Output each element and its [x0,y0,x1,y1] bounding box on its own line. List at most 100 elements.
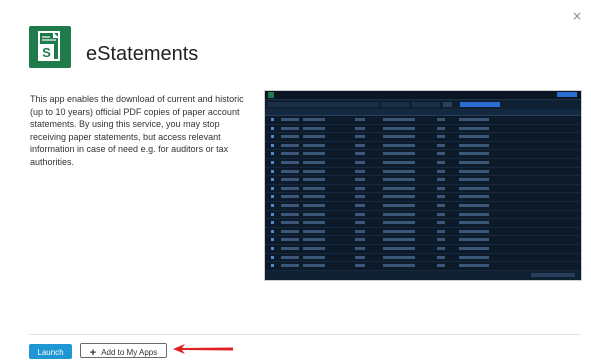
preview-table-row [265,228,581,237]
preview-cell [437,195,445,199]
preview-header-button [557,92,577,97]
preview-cell [281,135,299,139]
preview-cell [459,203,489,207]
preview-cell [271,212,274,216]
preview-cell [437,126,445,130]
preview-cell [355,264,365,268]
preview-cell [355,186,365,190]
app-details-modal: × S eStatements This app enables the dow… [0,0,591,364]
plus-icon: + [89,347,97,359]
preview-cell [355,246,365,250]
app-title: eStatements [86,43,199,65]
preview-cell [271,221,274,225]
preview-cell [459,195,489,199]
preview-table-row [265,116,581,125]
preview-cell [271,152,274,156]
preview-cell [271,238,274,242]
preview-cell [281,212,299,216]
preview-cell [437,229,445,233]
preview-cell [459,135,489,139]
preview-cell [383,246,415,250]
preview-cell [303,212,325,216]
preview-table-row [265,142,581,151]
preview-cell [459,186,489,190]
preview-cell [437,264,445,268]
preview-cell [437,212,445,216]
app-description: This app enables the download of current… [30,94,244,167]
preview-cell [383,160,415,164]
preview-cell [355,203,365,207]
preview-cell [281,246,299,250]
preview-cell [303,229,325,233]
preview-cell [281,255,299,259]
preview-cell [437,135,445,139]
preview-table-row [265,202,581,211]
preview-cell [437,238,445,242]
preview-cell [271,195,274,199]
preview-cell [383,238,415,242]
preview-cell [437,221,445,225]
preview-cell [437,160,445,164]
preview-cell [281,229,299,233]
preview-cell [459,264,489,268]
preview-cell [303,169,325,173]
preview-table-row [265,211,581,220]
preview-cell [281,160,299,164]
preview-cell [383,255,415,259]
preview-cell [383,178,415,182]
preview-cell [459,152,489,156]
preview-cell [281,186,299,190]
close-icon[interactable]: × [572,10,582,22]
preview-cell [271,186,274,190]
preview-cell [437,203,445,207]
preview-filter-bar [265,100,581,109]
preview-cell [281,126,299,130]
preview-cell [355,221,365,225]
preview-cell [437,152,445,156]
preview-table-footer [265,271,581,280]
preview-cell [355,238,365,242]
preview-cell [303,195,325,199]
preview-cell [437,255,445,259]
preview-cell [355,169,365,173]
preview-cell [437,178,445,182]
preview-cell [355,255,365,259]
preview-cell [303,178,325,182]
preview-cell [303,255,325,259]
preview-cell [281,143,299,147]
preview-cell [281,178,299,182]
preview-cell [383,195,415,199]
preview-cell [383,135,415,139]
preview-cell [303,203,325,207]
preview-table-row [265,185,581,194]
preview-table-row [265,133,581,142]
preview-cell [303,118,325,121]
preview-cell [459,143,489,147]
preview-cell [459,212,489,216]
preview-header-bar [265,91,581,100]
preview-account-select [268,102,378,107]
preview-cell [383,186,415,190]
preview-cell [271,169,274,173]
preview-cell [271,126,274,130]
preview-table-row [265,219,581,228]
preview-table-row [265,150,581,159]
preview-cell [355,160,365,164]
preview-table-body [265,116,581,280]
preview-cell [281,169,299,173]
preview-cell [459,169,489,173]
preview-pagination [531,273,575,277]
launch-button[interactable]: Launch [29,344,72,359]
add-to-my-apps-button[interactable]: + Add to My Apps [80,343,167,359]
preview-cell [383,118,415,121]
preview-cell [355,178,365,182]
preview-cell [459,221,489,225]
preview-cell [303,143,325,147]
preview-table-row [265,125,581,134]
preview-cell [355,126,365,130]
preview-cell [281,118,299,121]
logo-letter: S [42,45,51,60]
preview-cell [303,246,325,250]
preview-cell [281,203,299,207]
preview-cell [355,118,365,121]
